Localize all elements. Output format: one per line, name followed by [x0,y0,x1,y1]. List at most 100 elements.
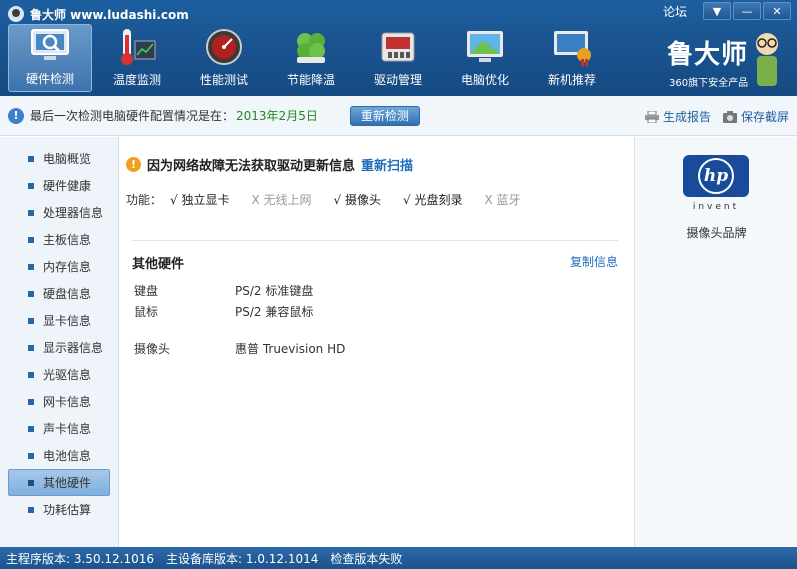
sidebar-item-sound[interactable]: 声卡信息 [8,415,110,442]
feature-bluetooth: X 蓝牙 [484,193,521,207]
sidebar-item-label: 电池信息 [43,449,92,463]
new-pc-icon [550,27,594,67]
bullet-icon [28,182,34,189]
last-check-date: 2013年2月5日 [236,109,318,123]
copy-info-link[interactable]: 复制信息 [570,253,618,270]
db-version: 主设备库版本: 1.0.12.1014 [166,551,319,566]
row-value: PS/2 标准键盘 [235,284,314,298]
status-bar: 主程序版本: 3.50.12.1016 主设备库版本: 1.0.12.1014 … [0,547,797,569]
divider [132,240,618,241]
recheck-button[interactable]: 重新检测 [349,105,420,126]
warning-text: 因为网络故障无法获取驱动更新信息 [147,159,356,174]
tool-label: 温度监测 [112,73,161,87]
bullet-icon [28,209,34,216]
window-title: 鲁大师 www.ludashi.com [8,4,189,24]
row-value: PS/2 兼容鼠标 [235,305,314,319]
bullet-icon [28,371,34,378]
sidebar-item-power[interactable]: 功耗估算 [8,496,110,523]
tool-hardware-detect[interactable]: 硬件检测 [8,24,92,92]
menu-button[interactable]: ▼ [703,2,731,20]
tool-performance[interactable]: 性能测试 [182,24,266,92]
hp-logo: hp [683,155,749,197]
hp-logo-mark: hp [698,158,734,194]
tool-label: 硬件检测 [25,72,74,86]
sidebar-item-label: 电脑概览 [43,152,92,166]
tool-energy-saving[interactable]: 节能降温 [269,24,353,92]
feature-discrete-gpu: √ 独立显卡 [170,193,230,207]
hardware-table: 键盘 PS/2 标准键盘 鼠标 PS/2 兼容鼠标 摄像头 惠普 Truevision… [134,280,574,359]
bullet-icon [28,425,34,432]
main-toolbar: 硬件检测 温度监测 性能测试 节能降温 驱动管理 电脑优化 新机推荐 [8,24,617,92]
row-key: 键盘 [134,284,159,298]
row-key: 鼠标 [134,305,159,319]
chevron-down-icon: ▼ [712,4,722,18]
warning-icon: ! [126,157,141,172]
tool-label: 新机推荐 [547,73,596,87]
sidebar-item-cpu[interactable]: 处理器信息 [8,199,110,226]
update-status: 检查版本失败 [330,551,403,566]
info-bar: ! 最后一次检测电脑硬件配置情况是在： 2013年2月5日 重新检测 生成报告 … [0,96,797,136]
sidebar-item-display[interactable]: 显示器信息 [8,334,110,361]
sidebar-item-memory[interactable]: 内存信息 [8,253,110,280]
table-row: 鼠标 PS/2 兼容鼠标 [134,301,574,322]
sidebar-item-label: 显示器信息 [43,341,104,355]
rescan-link[interactable]: 重新扫描 [361,155,413,174]
generate-report-label: 生成报告 [662,110,711,124]
section-title: 其他硬件 [132,257,185,272]
printer-icon [644,110,659,123]
sidebar-item-battery[interactable]: 电池信息 [8,442,110,469]
sidebar-item-motherboard[interactable]: 主板信息 [8,226,110,253]
tool-driver-manage[interactable]: 驱动管理 [356,24,440,92]
hp-logo-sub: invent [692,202,740,212]
bullet-icon [28,344,34,351]
table-row: 键盘 PS/2 标准键盘 [134,280,574,301]
last-check-message: 最后一次检测电脑硬件配置情况是在： [30,109,235,123]
sidebar-item-network[interactable]: 网卡信息 [8,388,110,415]
close-icon: ✕ [772,4,782,18]
mascot-icon [756,33,778,86]
row-value: 惠普 Truevision HD [235,342,346,356]
sidebar-item-health[interactable]: 硬件健康 [8,172,110,199]
save-screenshot-label: 保存截屏 [740,110,789,124]
camera-icon [722,110,737,123]
table-row: 摄像头 惠普 Truevision HD [134,338,574,359]
minimize-icon: — [741,4,753,18]
brand-area: 鲁大师 360旗下安全产品 [663,30,783,90]
sidebar-item-label: 功耗估算 [43,503,92,517]
thermometer-icon [115,27,159,67]
tool-temperature[interactable]: 温度监测 [95,24,179,92]
driver-box-icon [376,27,420,67]
sidebar-item-label: 网卡信息 [43,395,92,409]
monitor-magnifier-icon [28,26,72,66]
info-actions: 生成报告 保存截屏 [633,108,789,125]
features-label: 功能： [126,193,163,207]
bullet-icon [28,452,34,459]
info-icon: ! [8,107,24,124]
minimize-button[interactable]: — [733,2,761,20]
feature-list: 功能： √ 独立显卡 X 无线上网 √ 摄像头 √ 光盘刻录 X 蓝牙 [126,191,543,208]
tool-new-pc[interactable]: 新机推荐 [530,24,614,92]
sidebar-item-label: 硬件健康 [43,179,92,193]
brand-name: 鲁大师 [667,40,749,70]
sidebar-item-disk[interactable]: 硬盘信息 [8,280,110,307]
tool-label: 电脑优化 [460,73,509,87]
app-logo-icon [8,6,24,22]
sidebar-item-overview[interactable]: 电脑概览 [8,145,110,172]
tool-pc-optimize[interactable]: 电脑优化 [443,24,527,92]
top-banner: 鲁大师 www.ludashi.com 论坛 ▼ — ✕ 硬件检测 温度监测 性… [0,0,797,96]
optimize-monitor-icon [463,27,507,67]
save-screenshot-button[interactable]: 保存截屏 [722,108,789,125]
sidebar-item-other-hardware[interactable]: 其他硬件 [8,469,110,496]
main-content: ! 因为网络故障无法获取驱动更新信息 重新扫描 功能： √ 独立显卡 X 无线上… [120,137,634,547]
generate-report-button[interactable]: 生成报告 [644,108,711,125]
sidebar-item-label: 光驱信息 [43,368,92,382]
bullet-icon [28,398,34,405]
sidebar-item-gpu[interactable]: 显卡信息 [8,307,110,334]
close-button[interactable]: ✕ [763,2,791,20]
bullet-icon [28,155,34,162]
bullet-icon [28,479,34,486]
sidebar-item-label: 主板信息 [43,233,92,247]
forum-link[interactable]: 论坛 [663,3,687,20]
bullet-icon [28,290,34,297]
sidebar-item-optical[interactable]: 光驱信息 [8,361,110,388]
